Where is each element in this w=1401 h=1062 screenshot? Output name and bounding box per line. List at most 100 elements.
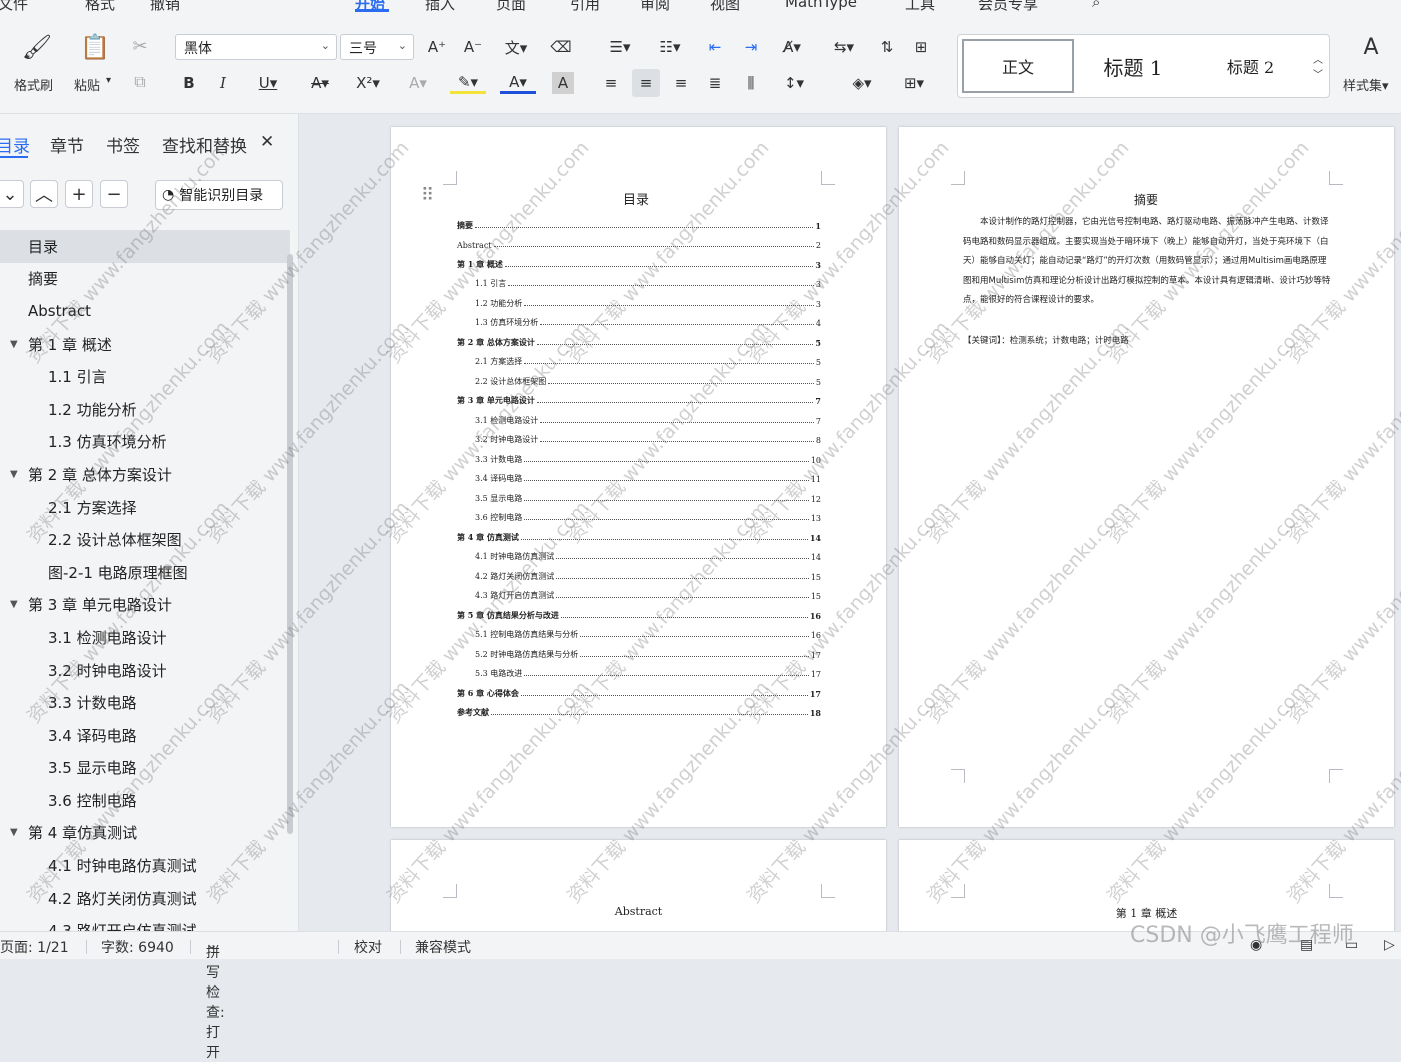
toc-tree-item[interactable]: 4.3 路灯开启仿真测试 xyxy=(0,914,290,931)
sort-swap-icon[interactable]: ⇆▾ xyxy=(826,36,862,58)
toc-tree-item[interactable]: ▼ 第 1 章 概述 xyxy=(0,328,290,361)
toc-tree-item[interactable]: 3.5 显示电路 xyxy=(0,752,290,785)
menu-file[interactable]: 文件 xyxy=(0,0,28,12)
toc-tree-item[interactable]: 3.1 检测电路设计 xyxy=(0,621,290,654)
menu-tools[interactable]: 工具 xyxy=(905,0,935,12)
line-spacing-icon[interactable]: ↕▾ xyxy=(776,72,812,94)
toc-entry[interactable]: 2.1 方案选择 5 xyxy=(457,348,821,367)
tab-bookmarks[interactable]: 书签 xyxy=(106,132,140,157)
toc-entry[interactable]: 5.2 时钟电路仿真结果与分析 17 xyxy=(457,640,821,660)
cut-icon[interactable]: ✂ xyxy=(128,34,152,58)
toc-entry[interactable]: 1.3 仿真环境分析 4 xyxy=(457,309,821,328)
tab-toc[interactable]: 目录 xyxy=(0,132,30,157)
style-scroll-icon[interactable]: ︿ ﹀ xyxy=(1310,39,1326,93)
numbering-icon[interactable]: ☷▾ xyxy=(652,36,688,58)
search-icon[interactable]: ⌕ xyxy=(1092,0,1100,11)
toc-tree-item[interactable]: 摘要 xyxy=(0,263,290,296)
text-direction-icon[interactable]: A̸▾ xyxy=(774,36,810,58)
toc-entry[interactable]: 第 1 章 概述 3 xyxy=(457,250,821,270)
style-set-icon[interactable]: A xyxy=(1356,32,1386,62)
chevron-up-icon[interactable]: ︿ xyxy=(30,180,58,208)
paste-icon[interactable]: 📋 xyxy=(80,32,110,62)
status-spellcheck[interactable]: 拼写检查: 打开 ⌄ xyxy=(206,937,225,1061)
superscript-icon[interactable]: X²▾ xyxy=(350,72,386,94)
toc-tree-item[interactable]: 3.4 译码电路 xyxy=(0,719,290,752)
nav-scrollbar[interactable] xyxy=(287,254,293,834)
toc-entry[interactable]: 2.2 设计总体框架图 5 xyxy=(457,367,821,387)
phonetic-icon[interactable]: 文▾ xyxy=(498,36,534,58)
toc-tree-item[interactable]: 3.6 控制电路 xyxy=(0,784,290,817)
italic-icon[interactable]: I xyxy=(212,72,234,94)
drag-handle-icon[interactable]: ⠿ xyxy=(421,185,434,206)
font-family-select[interactable]: 黑体 ⌄ xyxy=(175,34,337,60)
menu-view[interactable]: 视图 xyxy=(710,0,740,12)
toc-entry[interactable]: 第 4 章 仿真测试 14 xyxy=(457,523,821,543)
toc-entry[interactable]: 5.1 控制电路仿真结果与分析 16 xyxy=(457,621,821,640)
toc-entry[interactable]: Abstract 2 xyxy=(457,231,821,250)
toc-entry[interactable]: 第 6 章 心得体会 17 xyxy=(457,679,821,699)
toc-entry[interactable]: 第 3 章 单元电路设计 7 xyxy=(457,387,821,406)
toc-entry[interactable]: 1.1 引言 3 xyxy=(457,270,821,289)
bullets-icon[interactable]: ☰▾ xyxy=(602,36,638,58)
menu-mathtype[interactable]: MathType xyxy=(785,0,857,11)
expand-arrow-icon[interactable]: ▼ xyxy=(10,469,18,480)
toc-tree-item[interactable]: 3.3 计数电路 xyxy=(0,686,290,719)
paste-dropdown-icon[interactable]: ▾ xyxy=(106,75,111,86)
toc-tree-item[interactable]: ▼ 第 4 章仿真测试 xyxy=(0,817,290,850)
increase-indent-icon[interactable]: ⇥ xyxy=(740,36,762,58)
justify-icon[interactable]: ≣ xyxy=(704,72,726,94)
distribute-icon[interactable]: ⫼ xyxy=(740,72,762,94)
strikethrough-icon[interactable]: A▾ xyxy=(302,72,338,94)
bold-icon[interactable]: B xyxy=(178,72,200,94)
style-normal[interactable]: 正文 xyxy=(962,39,1074,93)
toc-entry[interactable]: 4.3 路灯开启仿真测试 15 xyxy=(457,582,821,601)
toc-tree-item[interactable]: 1.1 引言 xyxy=(0,360,290,393)
decrease-indent-icon[interactable]: ⇤ xyxy=(704,36,726,58)
char-shading-icon[interactable]: A xyxy=(552,72,574,94)
style-heading2[interactable]: 标题 2 xyxy=(1203,39,1298,93)
toc-entry[interactable]: 4.2 路灯关闭仿真测试 15 xyxy=(457,562,821,582)
toc-entry[interactable]: 1.2 功能分析 3 xyxy=(457,289,821,309)
shading-icon[interactable]: ◈▾ xyxy=(844,72,880,94)
menu-page[interactable]: 页面 xyxy=(496,0,526,12)
shrink-font-icon[interactable]: A⁻ xyxy=(462,36,484,58)
menu-insert[interactable]: 插入 xyxy=(425,0,455,12)
menu-member[interactable]: 会员专享 xyxy=(978,0,1038,12)
text-effect-icon[interactable]: A▾ xyxy=(400,72,436,94)
toc-tree-item[interactable]: Abstract xyxy=(0,295,290,328)
toc-tree-item[interactable]: 1.3 仿真环境分析 xyxy=(0,426,290,459)
chevron-down-icon[interactable]: ⌄ xyxy=(0,180,24,208)
toc-entry[interactable]: 3.1 检测电路设计 7 xyxy=(457,406,821,426)
expand-arrow-icon[interactable]: ▼ xyxy=(10,599,18,610)
toc-tree-item[interactable]: 图-2-1 电路原理框图 xyxy=(0,556,290,589)
toc-entry[interactable]: 3.4 译码电路 11 xyxy=(457,465,821,484)
add-icon[interactable]: + xyxy=(65,180,93,208)
format-painter-label[interactable]: 格式刷 xyxy=(14,75,53,94)
toc-entry[interactable]: 3.5 显示电路 12 xyxy=(457,484,821,504)
tab-find-replace[interactable]: 查找和替换 xyxy=(162,132,247,157)
align-left-icon[interactable]: ≡ xyxy=(600,72,622,94)
toc-entry[interactable]: 3.6 控制电路 13 xyxy=(457,504,821,523)
toc-tree-item[interactable]: ▼ 第 2 章 总体方案设计 xyxy=(0,458,290,491)
format-painter-icon[interactable]: 🖌 xyxy=(22,32,52,62)
toc-entry[interactable]: 参考文献 18 xyxy=(457,699,821,718)
menu-reference[interactable]: 引用 xyxy=(570,0,600,12)
style-heading1[interactable]: 标题 1 xyxy=(1082,39,1184,93)
style-set-label[interactable]: 样式集▾ xyxy=(1343,75,1389,94)
menu-undo[interactable]: 撤销 xyxy=(150,0,180,12)
status-words[interactable]: 字数: 6940 xyxy=(101,937,174,957)
font-size-select[interactable]: 三号 ⌄ xyxy=(340,34,414,60)
show-marks-icon[interactable]: ⊞ xyxy=(910,36,932,58)
highlight-icon[interactable]: ✎▾ xyxy=(450,72,486,94)
toc-entry[interactable]: 3.2 时钟电路设计 8 xyxy=(457,426,821,445)
sort-icon[interactable]: ⇅ xyxy=(876,36,898,58)
grow-font-icon[interactable]: A⁺ xyxy=(426,36,448,58)
toc-tree-item[interactable]: 4.1 时钟电路仿真测试 xyxy=(0,849,290,882)
status-page[interactable]: 页面: 1/21 xyxy=(0,937,69,957)
status-proofread[interactable]: 校对 xyxy=(354,937,382,957)
toc-entry[interactable]: 3.3 计数电路 10 xyxy=(457,445,821,465)
close-icon[interactable]: ✕ xyxy=(260,132,274,152)
toc-entry[interactable]: 4.1 时钟电路仿真测试 14 xyxy=(457,543,821,562)
expand-arrow-icon[interactable]: ▼ xyxy=(10,827,18,838)
align-right-icon[interactable]: ≡ xyxy=(670,72,692,94)
